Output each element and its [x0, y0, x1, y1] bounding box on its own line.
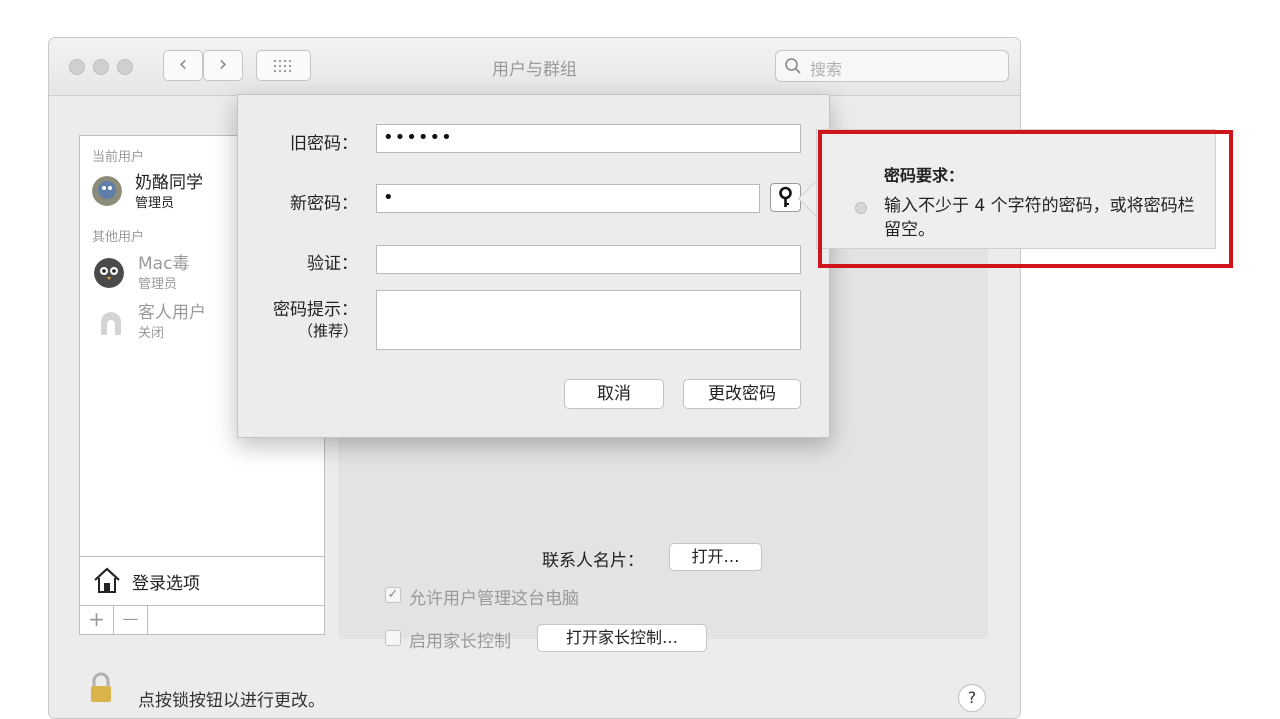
password-hint-sublabel: （推荐）: [297, 322, 358, 340]
new-password-value: •: [383, 187, 395, 208]
search-icon: [785, 58, 801, 74]
change-password-sheet: 旧密码： •••••• 新密码： • 验证： 密码提示： （推荐） 取消 更改密…: [237, 94, 830, 438]
owl-avatar-icon: [94, 258, 124, 288]
verify-password-field[interactable]: [376, 245, 801, 274]
parental-control-label: 启用家长控制: [409, 632, 511, 652]
key-icon: [779, 186, 792, 207]
new-password-label: 新密码：: [290, 194, 358, 214]
user-name-guest: 客人用户: [138, 303, 206, 323]
allow-admin-checkbox[interactable]: ✓: [385, 587, 401, 603]
cancel-button[interactable]: 取消: [564, 379, 664, 409]
password-hint-label: 密码提示：: [273, 300, 358, 320]
house-icon: [94, 567, 120, 593]
user-avatar-icon: [92, 176, 122, 206]
other-users-section-label: 其他用户: [92, 230, 145, 245]
change-password-button[interactable]: 更改密码: [683, 379, 801, 409]
current-user-role: 管理员: [135, 196, 175, 211]
parental-control-checkbox[interactable]: [385, 630, 401, 646]
add-remove-bar: + —: [80, 605, 324, 634]
highlight-annotation-box: [818, 130, 1233, 268]
title-bar: ‹ › 用户与群组 搜索: [49, 38, 1020, 96]
verify-label: 验证：: [307, 254, 358, 274]
search-placeholder: 搜索: [810, 60, 843, 79]
search-field[interactable]: 搜索: [775, 50, 1009, 82]
checkmark-icon: ✓: [387, 587, 399, 602]
current-user-name: 奶酪同学: [135, 173, 203, 193]
remove-user-button[interactable]: —: [114, 606, 148, 634]
new-password-field[interactable]: •: [376, 184, 760, 213]
user-role-guest: 关闭: [138, 326, 165, 341]
user-name-mac: Mac毒: [138, 254, 190, 274]
user-role-mac: 管理员: [138, 277, 178, 292]
current-user-section-label: 当前用户: [92, 150, 145, 165]
allow-admin-label: 允许用户管理这台电脑: [409, 589, 579, 609]
password-assistant-button[interactable]: [770, 183, 801, 212]
old-password-field[interactable]: ••••••: [376, 124, 801, 153]
guest-avatar-icon: [101, 312, 121, 335]
help-button[interactable]: ?: [958, 684, 986, 712]
add-user-button[interactable]: +: [80, 606, 114, 634]
lock-hint-text: 点按锁按钮以进行更改。: [138, 691, 325, 711]
old-password-label: 旧密码：: [290, 134, 358, 154]
password-hint-field[interactable]: [376, 290, 801, 350]
contact-card-label: 联系人名片：: [542, 551, 644, 571]
open-contact-button[interactable]: 打开…: [669, 543, 762, 571]
open-parental-control-button[interactable]: 打开家长控制…: [537, 624, 707, 652]
login-options-row[interactable]: 登录选项: [80, 556, 324, 607]
login-options-label: 登录选项: [132, 574, 200, 594]
old-password-value: ••••••: [383, 127, 453, 148]
